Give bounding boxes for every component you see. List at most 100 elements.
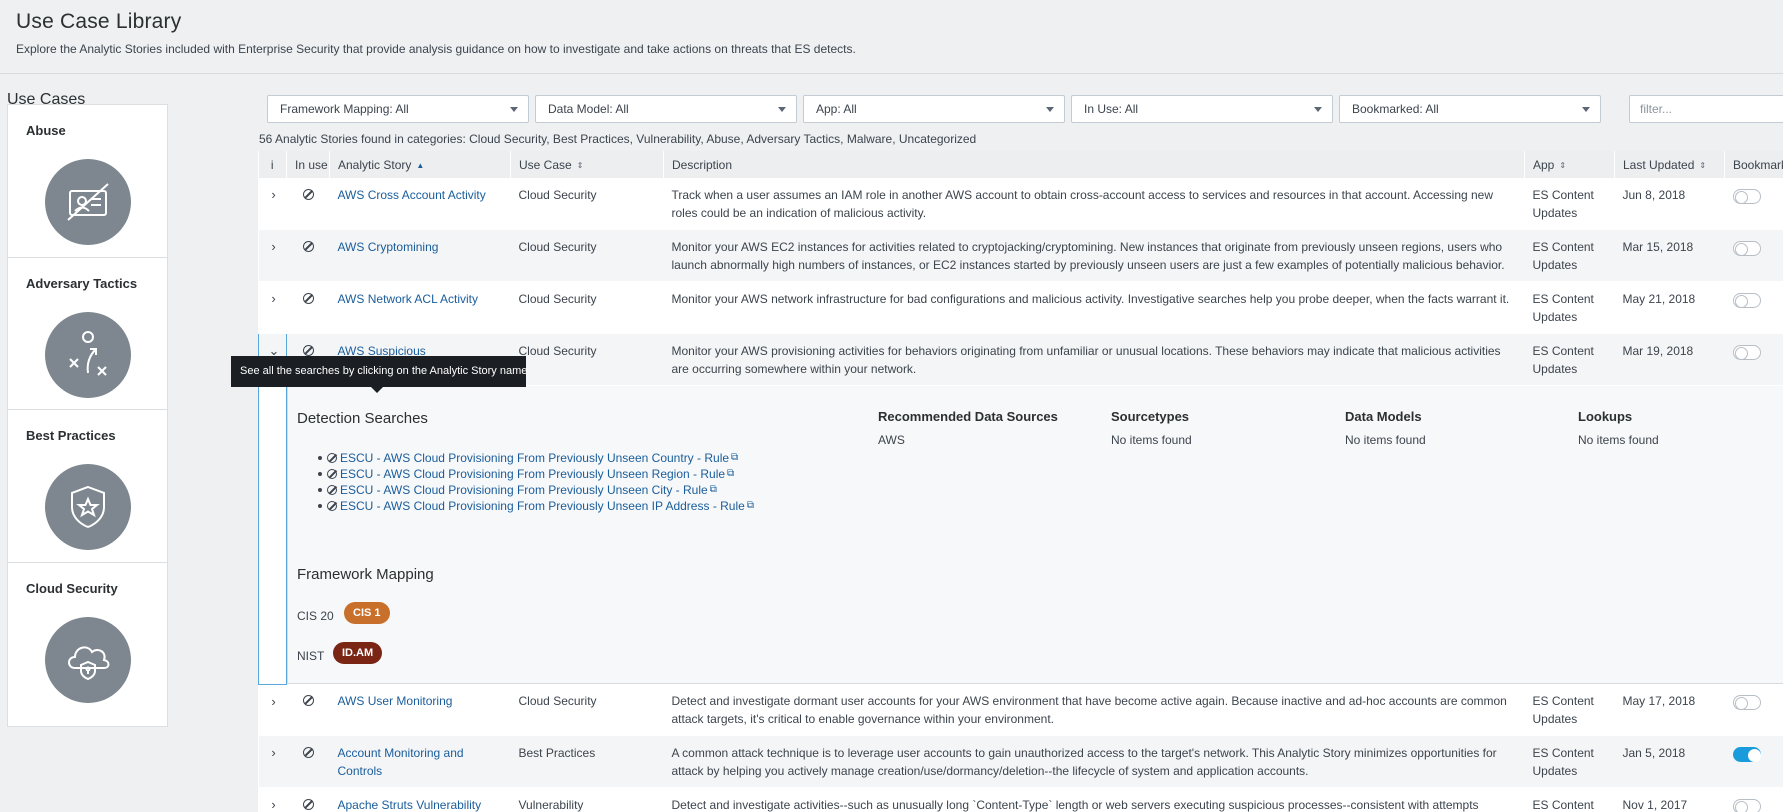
filter-label: Bookmarked: All: [1352, 102, 1439, 116]
shield-star-icon: [45, 464, 131, 550]
column-label: Last Updated: [1623, 157, 1695, 172]
column-label: Analytic Story: [338, 157, 412, 172]
story-link[interactable]: AWS Network ACL Activity: [338, 292, 478, 306]
use-case-card-adversary-tactics[interactable]: Adversary Tactics: [7, 257, 168, 422]
description-cell: Track when a user assumes an IAM role in…: [663, 178, 1525, 230]
not-in-use-icon: [302, 799, 314, 810]
use-case-label: Adversary Tactics: [26, 276, 138, 291]
list-item: ESCU - AWS Cloud Provisioning From Previ…: [318, 450, 754, 466]
column-info: i: [258, 151, 287, 178]
search-link[interactable]: ESCU - AWS Cloud Provisioning From Previ…: [340, 450, 729, 466]
page-description: Explore the Analytic Stories included wi…: [16, 42, 856, 56]
use-case-cell: Cloud Security: [510, 281, 664, 334]
column-label: Use Case: [519, 157, 572, 172]
use-case-card-cloud-security[interactable]: Cloud Security: [7, 562, 168, 727]
updated-cell: Jan 5, 2018: [1614, 735, 1725, 788]
column-analytic-story[interactable]: Analytic Story ▲: [329, 151, 511, 178]
use-cases-panel: Use Cases Abuse Adversary Tactics Best P…: [0, 74, 172, 812]
search-link[interactable]: ESCU - AWS Cloud Provisioning From Previ…: [340, 466, 725, 482]
tooltip: See all the searches by clicking on the …: [231, 356, 527, 393]
framework-mapping-filter[interactable]: Framework Mapping: All: [267, 95, 529, 123]
detection-searches-title: Detection Searches: [297, 410, 428, 427]
data-models-value: No items found: [1345, 433, 1426, 447]
search-link[interactable]: ESCU - AWS Cloud Provisioning From Previ…: [340, 498, 745, 514]
external-link-icon: ⧉: [746, 500, 754, 511]
column-description: Description: [663, 151, 1525, 178]
story-link[interactable]: AWS User Monitoring: [338, 694, 453, 708]
updated-cell: May 21, 2018: [1614, 281, 1725, 334]
external-link-icon: ⧉: [709, 484, 717, 495]
info-icon: i: [270, 157, 274, 172]
bookmark-toggle[interactable]: [1732, 799, 1761, 812]
column-in-use[interactable]: In use: [286, 151, 330, 178]
story-link[interactable]: Apache Struts Vulnerability: [338, 798, 482, 812]
caret-down-icon: [778, 107, 786, 112]
main-content: Framework Mapping: All Data Model: All A…: [257, 74, 1783, 812]
chevron-right-icon[interactable]: ›: [267, 238, 281, 256]
column-label: App: [1533, 157, 1555, 172]
bullet: [318, 472, 322, 476]
bookmark-toggle[interactable]: [1732, 241, 1761, 256]
external-link-icon: ⧉: [731, 452, 739, 463]
use-case-card-abuse[interactable]: Abuse: [7, 104, 168, 269]
lookups-title: Lookups: [1578, 409, 1633, 424]
column-app[interactable]: App ⇕: [1524, 151, 1615, 178]
cis-label: CIS 20: [297, 609, 334, 623]
bookmark-toggle[interactable]: [1732, 293, 1761, 308]
chevron-right-icon[interactable]: ›: [267, 290, 281, 308]
expand-gutter: [258, 385, 287, 685]
story-link[interactable]: Account Monitoring and Controls: [338, 746, 464, 778]
column-use-case[interactable]: Use Case ⇕: [510, 151, 664, 178]
use-case-cell: Cloud Security: [510, 178, 664, 230]
bookmark-toggle[interactable]: [1732, 189, 1761, 204]
framework-mapping-title: Framework Mapping: [297, 566, 434, 583]
bullet: [318, 504, 322, 508]
id-card-slash-icon: [45, 159, 131, 245]
list-item: ESCU - AWS Cloud Provisioning From Previ…: [318, 498, 754, 514]
bookmark-toggle[interactable]: [1732, 345, 1761, 360]
caret-down-icon: [1582, 107, 1590, 112]
not-in-use-icon: [302, 747, 314, 758]
use-case-label: Cloud Security: [26, 581, 118, 596]
story-link[interactable]: AWS Cryptomining: [338, 240, 439, 254]
updated-cell: Jun 8, 2018: [1614, 178, 1725, 230]
use-case-cell: Cloud Security: [510, 229, 664, 282]
chevron-right-icon[interactable]: ›: [267, 796, 281, 812]
in-use-filter[interactable]: In Use: All: [1071, 95, 1333, 123]
list-item: ESCU - AWS Cloud Provisioning From Previ…: [318, 482, 754, 498]
nist-badge: ID.AM: [333, 642, 383, 664]
app-cell: ES Content Updates: [1524, 229, 1615, 282]
app-filter[interactable]: App: All: [803, 95, 1065, 123]
use-case-cell: Cloud Security: [510, 333, 664, 386]
column-last-updated[interactable]: Last Updated ⇕: [1614, 151, 1725, 178]
use-case-cell: Vulnerability: [510, 787, 664, 812]
detection-searches-list: ESCU - AWS Cloud Provisioning From Previ…: [318, 450, 754, 514]
use-case-label: Best Practices: [26, 428, 116, 443]
bookmark-toggle[interactable]: [1732, 747, 1761, 762]
lookups-value: No items found: [1578, 433, 1659, 447]
search-link[interactable]: ESCU - AWS Cloud Provisioning From Previ…: [340, 482, 708, 498]
story-link[interactable]: AWS Cross Account Activity: [338, 188, 486, 202]
sourcetypes-value: No items found: [1111, 433, 1192, 447]
use-case-card-best-practices[interactable]: Best Practices: [7, 409, 168, 574]
column-label: Description: [672, 157, 733, 172]
description-cell: Monitor your AWS network infrastructure …: [663, 281, 1525, 334]
not-in-use-icon: [327, 501, 337, 511]
page-header: Use Case Library Explore the Analytic St…: [0, 0, 1783, 74]
chevron-right-icon[interactable]: ›: [267, 693, 281, 711]
bookmark-toggle[interactable]: [1732, 695, 1761, 710]
bookmarked-filter[interactable]: Bookmarked: All: [1339, 95, 1601, 123]
sort-icon: ⇕: [1699, 160, 1707, 170]
table-row: › AWS User Monitoring Cloud Security Det…: [258, 684, 1783, 736]
table-row: › AWS Cryptomining Cloud Security Monito…: [258, 229, 1783, 282]
chevron-right-icon[interactable]: ›: [267, 744, 281, 762]
sourcetypes-title: Sourcetypes: [1111, 409, 1190, 424]
filter-search-input[interactable]: filter...: [1629, 95, 1783, 123]
data-model-filter[interactable]: Data Model: All: [535, 95, 797, 123]
sort-icon: ⇕: [1559, 160, 1567, 170]
column-bookmarked[interactable]: Bookmarked: [1724, 151, 1783, 178]
updated-cell: May 17, 2018: [1614, 684, 1725, 736]
recommended-sources-title: Recommended Data Sources: [878, 409, 1058, 424]
tactics-play-icon: [45, 312, 131, 398]
chevron-right-icon[interactable]: ›: [267, 186, 281, 204]
